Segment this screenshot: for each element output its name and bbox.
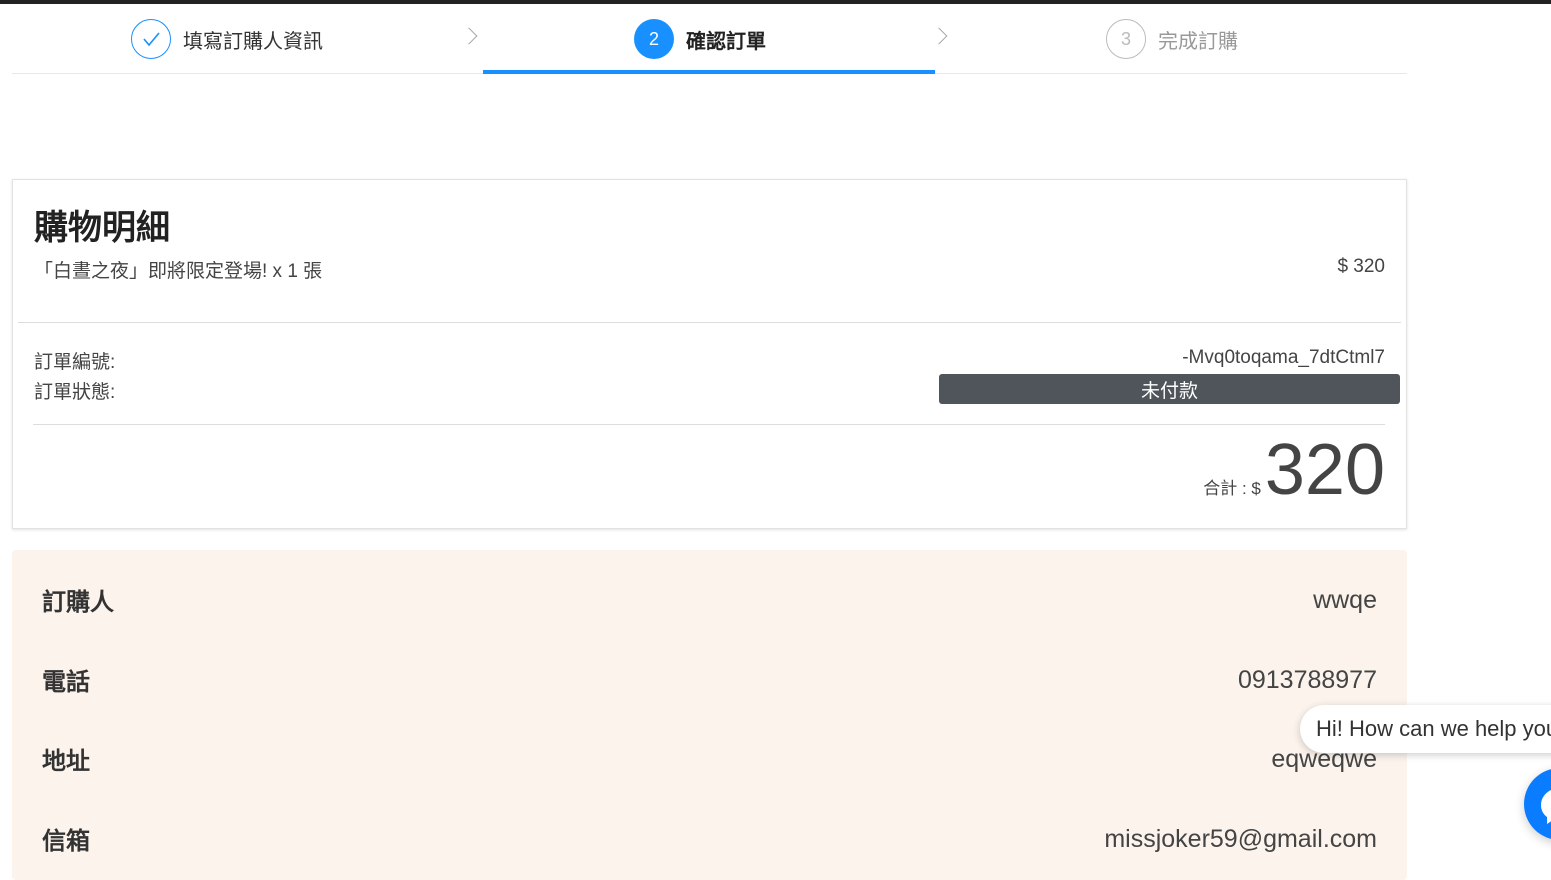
- status-badge: 未付款: [939, 374, 1400, 404]
- info-label: 信箱: [42, 828, 90, 855]
- order-status-label: 訂單狀態:: [34, 382, 116, 403]
- total-value: 320: [1264, 430, 1385, 510]
- info-value: missjoker59@gmail.com: [1104, 825, 1377, 853]
- step-number: 3: [1106, 19, 1146, 59]
- active-step-indicator: [483, 70, 935, 74]
- chat-greeting-bubble[interactable]: Hi! How can we help you?: [1300, 705, 1551, 753]
- order-number-value: -Mvq0toqama_7dtCtml7: [1182, 347, 1385, 368]
- step-complete: 3 完成訂購: [1106, 4, 1238, 74]
- buyer-info-panel: 訂購人 wwqe 電話 0913788977 地址 eqweqwe 信箱 mis…: [12, 550, 1407, 880]
- buyer-row-email: 信箱 missjoker59@gmail.com: [12, 821, 1407, 861]
- step-label: 完成訂購: [1158, 30, 1238, 53]
- divider: [33, 424, 1385, 425]
- check-icon: [131, 19, 171, 59]
- order-number-label: 訂單編號:: [34, 352, 116, 373]
- item-name: 「白晝之夜」即將限定登場! x 1 張: [34, 261, 323, 282]
- order-summary-card: 購物明細 「白晝之夜」即將限定登場! x 1 張 $ 320 訂單編號: 訂單狀…: [12, 179, 1407, 529]
- buyer-row-address: 地址 eqweqwe: [12, 741, 1407, 781]
- info-value: 0913788977: [1237, 666, 1377, 694]
- total-label: 合計 : $: [1203, 479, 1261, 498]
- checkout-steps: 填寫訂購人資訊 2 確認訂單 3 完成訂購: [12, 4, 1407, 74]
- order-total: 合計 : $ 320: [1203, 434, 1385, 506]
- buyer-row-name: 訂購人 wwqe: [12, 582, 1407, 622]
- info-label: 電話: [42, 669, 90, 696]
- step-number: 2: [634, 19, 674, 59]
- info-label: 訂購人: [42, 589, 114, 616]
- messenger-icon: [1541, 790, 1551, 824]
- step-confirm-order: 2 確認訂單: [634, 4, 766, 74]
- buyer-row-phone: 電話 0913788977: [12, 662, 1407, 702]
- divider: [18, 322, 1401, 323]
- info-value: wwqe: [1313, 586, 1377, 614]
- step-label: 確認訂單: [686, 30, 766, 53]
- chevron-right-icon: [460, 27, 478, 45]
- card-title: 購物明細: [34, 209, 170, 247]
- step-fill-info: 填寫訂購人資訊: [131, 4, 323, 74]
- info-label: 地址: [42, 748, 90, 775]
- messenger-chat-button[interactable]: [1524, 768, 1551, 840]
- chevron-right-icon: [930, 27, 948, 45]
- step-label: 填寫訂購人資訊: [183, 30, 323, 53]
- item-price: $ 320: [1337, 256, 1385, 277]
